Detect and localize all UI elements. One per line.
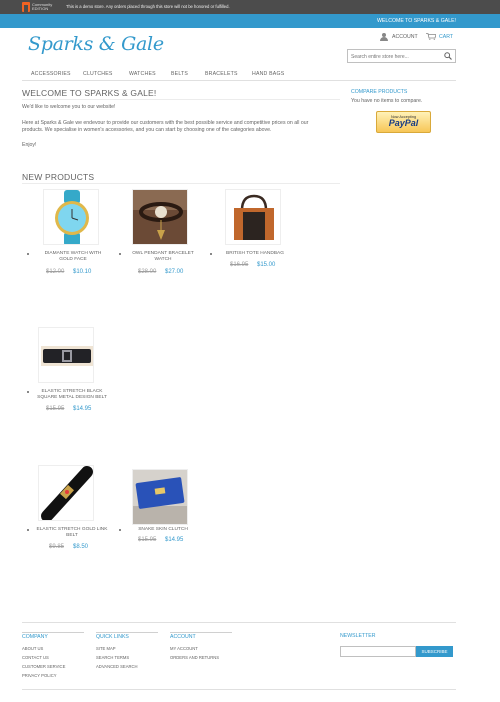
footer-divider [22,622,456,623]
nav-item-watches[interactable]: WATCHES [129,71,156,77]
bracelet-watch-image [133,190,187,244]
compare-products-text: You have no items to compare. [351,98,423,104]
product-name-link[interactable]: ELASTIC STRETCH BLACK SQUARE METAL DESIG… [31,389,113,401]
belt-image [39,328,93,382]
subscribe-button[interactable]: SUBSCRIBE [416,646,453,657]
welcome-closing: Enjoy! [22,142,37,148]
footer-link-contact-us[interactable]: CONTACT US [22,655,49,660]
belt-image [39,466,93,520]
welcome-body-line-2: products. We specialise in women's acces… [22,127,272,133]
handbag-image [226,190,280,244]
account-label: ACCOUNT [392,34,418,40]
product-name-link[interactable]: SNAKE SKIN CLUTCH [123,527,203,533]
product-price: $10.10 [73,269,92,275]
welcome-heading: WELCOME TO SPARKS & GALE! [22,88,157,98]
footer-link-my-account[interactable]: MY ACCOUNT [170,646,198,651]
product-price: $27.00 [165,269,184,275]
product-image-diamante-watch[interactable] [43,189,99,245]
product-old-price: $15.95 [138,537,157,543]
nav-item-clutches[interactable]: CLUTCHES [83,71,113,77]
footer-account-title: ACCOUNT [170,634,196,640]
footer-bottom-divider [22,689,456,690]
product-image-british-tote[interactable] [225,189,281,245]
product-image-snake-skin-clutch[interactable] [132,469,188,525]
welcome-message: WELCOME TO SPARKS & GALE! [377,18,456,24]
product-price: $14.95 [165,537,184,543]
product-price: $14.95 [73,406,92,412]
nav-item-accessories[interactable]: ACCESSORIES [31,71,71,77]
nav-item-hand-bags[interactable]: HAND BAGS [252,71,284,77]
paypal-badge[interactable]: Now Accepting PayPal [376,111,431,133]
welcome-intro: We'd like to welcome you to our website! [22,104,116,110]
footer-link-search-terms[interactable]: SEARCH TERMS [96,655,129,660]
search-icon[interactable] [444,52,452,60]
magento-logo-icon [22,2,30,12]
footer-link-site-map[interactable]: SITE MAP [96,646,116,651]
footer-link-about-us[interactable]: ABOUT US [22,646,43,651]
demo-notice-text: This is a demo store. Any orders placed … [66,4,230,9]
welcome-bar: WELCOME TO SPARKS & GALE! [0,14,500,28]
product-name-link[interactable]: ELASTIC STRETCH GOLD LINK BELT [31,527,113,539]
footer-link-advanced-search[interactable]: ADVANCED SEARCH [96,664,138,669]
product-price: $15.00 [257,262,276,268]
product-image-square-metal-belt[interactable] [38,327,94,383]
footer-quick-links-title: QUICK LINKS [96,634,129,640]
product-old-price: $12.00 [46,269,65,275]
product-name-link[interactable]: OWL PENDANT BRACELET WATCH [123,251,203,263]
search-input[interactable] [351,52,441,61]
divider [22,99,340,100]
nav-item-bracelets[interactable]: BRACELETS [205,71,238,77]
cart-label: CART [439,33,454,40]
cart-icon [426,33,436,40]
product-old-price: $28.00 [138,269,157,275]
footer-link-privacy-policy[interactable]: PRIVACY POLICY [22,673,57,678]
magento-logo: Community EDITION [22,2,52,12]
logo-edition-label: EDITION [32,6,49,11]
footer-link-orders-and-returns[interactable]: ORDERS AND RETURNS [170,655,219,660]
search-box [347,49,456,63]
product-image-owl-pendant-watch[interactable] [132,189,188,245]
new-products-heading: NEW PRODUCTS [22,172,95,182]
product-old-price: $15.95 [46,406,65,412]
welcome-body-line-1: Here at Sparks & Gale we endevour to pro… [22,120,309,126]
product-name-link[interactable]: BRITISH TOTE HANDBAG [215,251,295,257]
account-icon [380,33,388,41]
divider [22,183,340,184]
demo-notice-bar: Community EDITION This is a demo store. … [0,0,500,14]
product-name-link[interactable]: DIAMANTE WATCH WITH GOLD FACE [33,251,113,263]
watch-image [44,190,98,244]
footer-company-title: COMPANY [22,634,48,640]
cart-link[interactable]: CART [426,33,453,40]
clutch-image [133,470,187,524]
product-image-gold-link-belt[interactable] [38,465,94,521]
compare-products-title[interactable]: COMPARE PRODUCTS [351,89,407,95]
main-navigation: ACCESSORIES CLUTCHES WATCHES BELTS BRACE… [22,66,456,81]
newsletter-email-input[interactable] [340,646,416,657]
store-logo[interactable]: Sparks & Gale [28,33,164,55]
product-old-price: $16.95 [230,262,249,268]
product-price: $8.50 [73,544,89,550]
account-link[interactable]: ACCOUNT [380,33,418,41]
footer-link-customer-service[interactable]: CUSTOMER SERVICE [22,664,65,669]
product-old-price: $9.85 [49,544,65,550]
nav-item-belts[interactable]: BELTS [171,71,188,77]
paypal-logo: PayPal [388,118,419,128]
newsletter-title: NEWSLETTER [340,633,376,639]
